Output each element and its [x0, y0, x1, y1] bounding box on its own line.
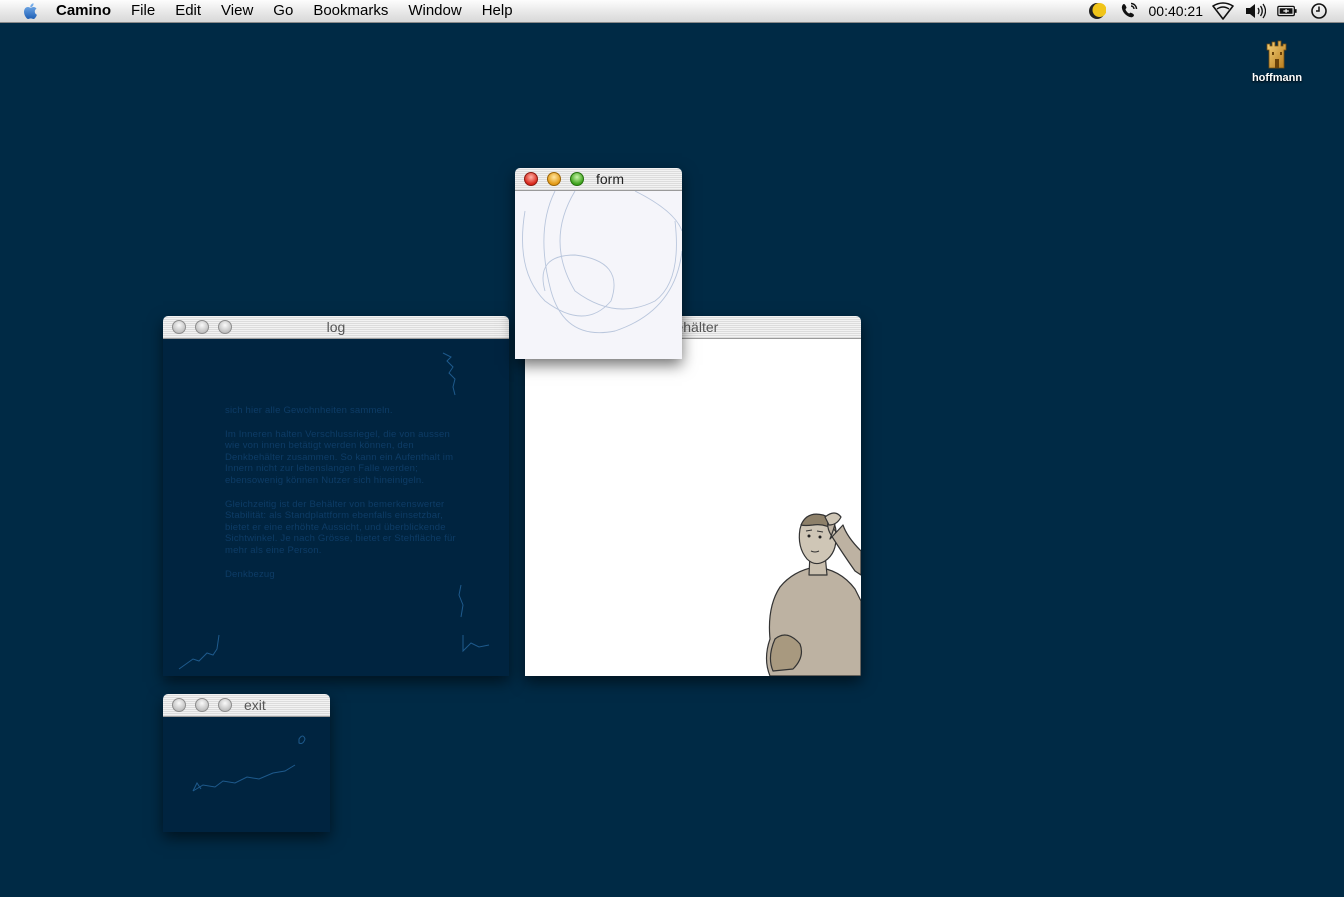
close-button[interactable] — [172, 320, 186, 334]
zoom-button[interactable] — [218, 320, 232, 334]
exit-titlebar[interactable]: exit — [163, 694, 330, 717]
form-content — [515, 191, 682, 359]
minimize-button[interactable] — [195, 698, 209, 712]
menu-window[interactable]: Window — [398, 0, 471, 22]
close-button[interactable] — [524, 172, 538, 186]
minimize-button[interactable] — [547, 172, 561, 186]
exit-content — [163, 717, 330, 832]
menu-view[interactable]: View — [211, 0, 263, 22]
clock-icon[interactable] — [1308, 2, 1330, 20]
menu-file[interactable]: File — [121, 0, 165, 22]
exit-window: exit — [163, 694, 330, 832]
minimize-button[interactable] — [195, 320, 209, 334]
menu-help[interactable]: Help — [472, 0, 523, 22]
window-title: exit — [244, 697, 266, 713]
menu-edit[interactable]: Edit — [165, 0, 211, 22]
menu-bar: Camino File Edit View Go Bookmarks Windo… — [0, 0, 1344, 23]
log-window: log sich hier alle Gewohnheiten sammeln.… — [163, 316, 509, 676]
thinking-person-illustration — [765, 512, 861, 676]
log-sketch-lines — [178, 352, 490, 670]
wifi-icon[interactable] — [1212, 2, 1234, 20]
drive-label[interactable]: hoffmann — [1244, 72, 1310, 84]
menu-bookmarks[interactable]: Bookmarks — [303, 0, 398, 22]
phone-icon[interactable] — [1118, 2, 1140, 20]
menu-go[interactable]: Go — [263, 0, 303, 22]
window-controls — [172, 320, 232, 334]
desktop-drive[interactable]: hoffmann — [1244, 36, 1310, 84]
zoom-button[interactable] — [218, 698, 232, 712]
menu-app-name[interactable]: Camino — [56, 0, 121, 22]
menu-extras: 00:40:21 — [1081, 0, 1344, 22]
log-titlebar[interactable]: log — [163, 316, 509, 339]
window-controls — [172, 698, 232, 712]
window-title: log — [326, 319, 346, 335]
apple-menu-icon[interactable] — [20, 1, 40, 21]
castle-drive-icon[interactable] — [1259, 36, 1295, 72]
close-button[interactable] — [172, 698, 186, 712]
behalter-content — [525, 339, 861, 676]
battery-icon[interactable] — [1276, 2, 1298, 20]
form-sketch-curves — [522, 191, 682, 334]
log-content: sich hier alle Gewohnheiten sammeln. Im … — [163, 339, 509, 676]
form-titlebar[interactable]: form — [515, 168, 682, 191]
form-window: form — [515, 168, 682, 359]
window-controls — [524, 172, 584, 186]
behalter-window: behälter — [525, 316, 861, 676]
clock-text[interactable]: 00:40:21 — [1149, 3, 1204, 19]
volume-icon[interactable] — [1244, 2, 1266, 20]
window-title: form — [596, 171, 624, 187]
zoom-button[interactable] — [570, 172, 584, 186]
moon-icon[interactable] — [1086, 2, 1108, 20]
exit-sketch-lines — [192, 735, 306, 792]
